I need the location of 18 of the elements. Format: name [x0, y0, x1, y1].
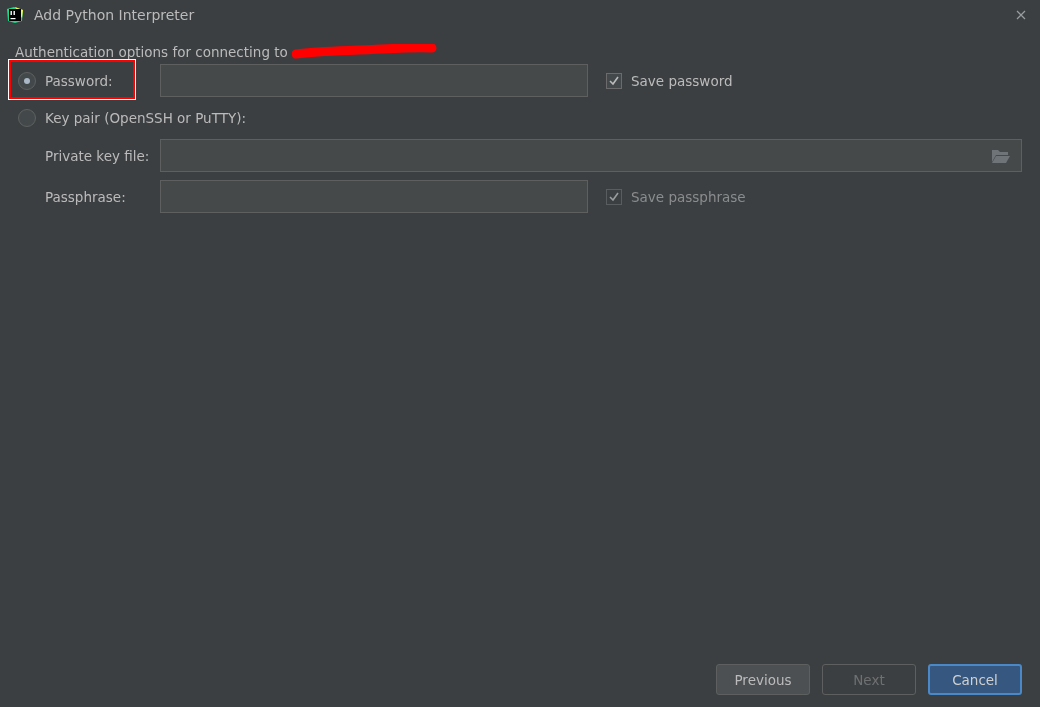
app-logo-icon [6, 6, 24, 24]
dialog-button[interactable]: Cancel [928, 664, 1022, 695]
dialog-button[interactable]: Previous [716, 664, 810, 695]
passphrase-field[interactable] [160, 180, 588, 213]
radio-button[interactable] [18, 71, 36, 90]
folder-icon[interactable] [991, 147, 1011, 164]
close-icon[interactable] [1016, 10, 1026, 20]
checkbox-label[interactable]: Save password [631, 72, 733, 89]
field-label: Private key file: [44, 147, 151, 164]
radio-button[interactable] [18, 109, 36, 127]
password-field[interactable] [160, 64, 588, 97]
radio-label[interactable]: Key pair (OpenSSH or PuTTY): [45, 110, 246, 126]
auth-label: Authentication options for connecting to [15, 44, 288, 60]
radio-label[interactable]: Password: [45, 72, 113, 89]
field-label: Passphrase: [44, 188, 127, 205]
checkbox[interactable] [606, 72, 622, 89]
file-path-field[interactable] [160, 139, 1022, 172]
window-title: Add Python Interpreter [34, 7, 195, 23]
